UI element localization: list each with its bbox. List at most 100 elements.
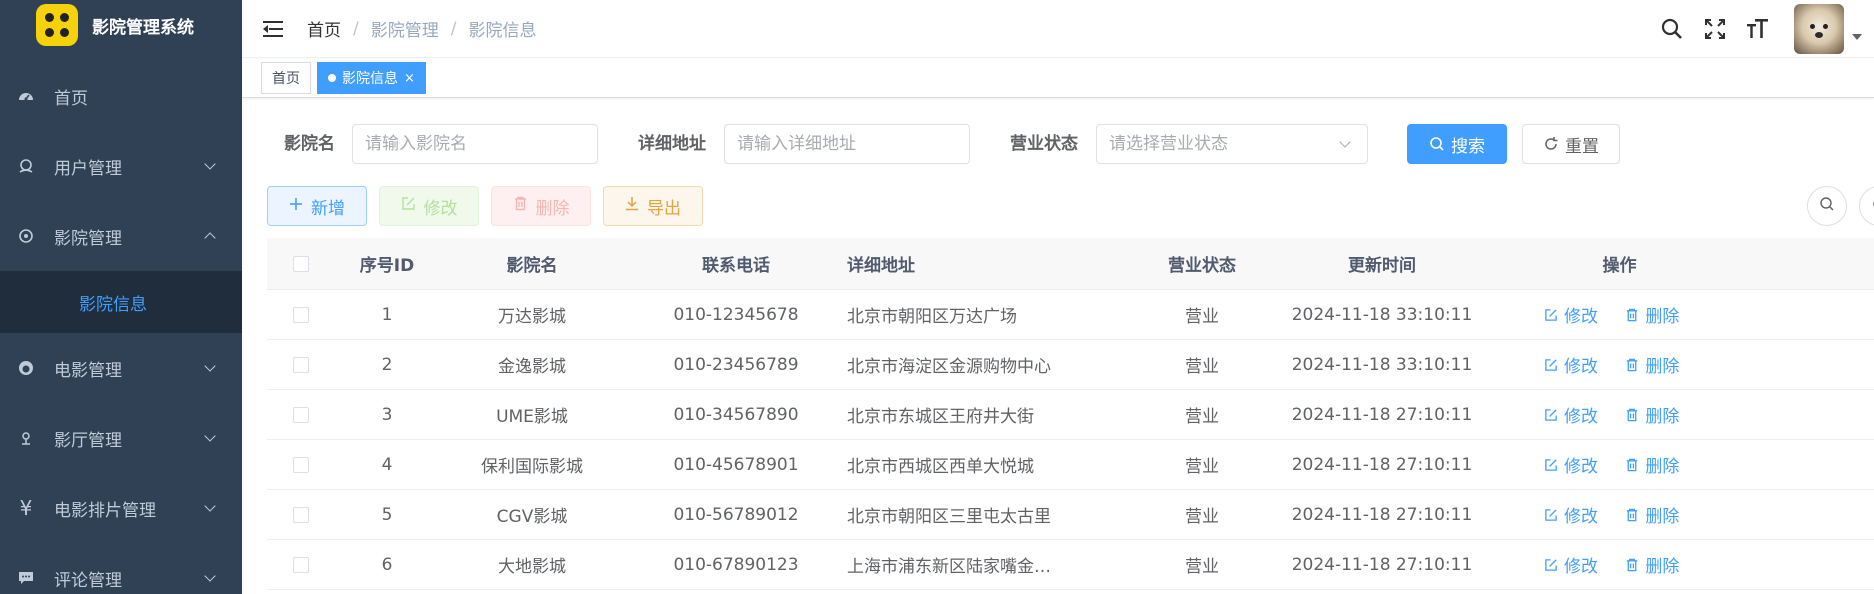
cell-status: 营业 bbox=[1185, 407, 1219, 427]
sidebar-item-schedule[interactable]: ¥ 电影排片管理 bbox=[0, 473, 242, 543]
add-button[interactable]: 新增 bbox=[267, 186, 367, 226]
column-header[interactable]: 营业状态 bbox=[1147, 251, 1257, 276]
table-row: 1 万达影城 010-12345678 北京市朝阳区万达广场 营业 2024-1… bbox=[267, 290, 1874, 340]
cell-id: 2 bbox=[381, 354, 393, 375]
cell-updated: 2024-11-18 27:10:11 bbox=[1291, 454, 1473, 475]
fullscreen-icon[interactable] bbox=[1702, 16, 1728, 42]
row-edit-link[interactable]: 修改 bbox=[1544, 452, 1598, 477]
row-checkbox[interactable] bbox=[293, 306, 309, 323]
search-icon[interactable] bbox=[1659, 16, 1685, 42]
select-all-checkbox[interactable] bbox=[293, 255, 309, 272]
cell-updated: 2024-11-18 27:10:11 bbox=[1291, 554, 1473, 575]
cell-id: 5 bbox=[381, 504, 393, 525]
active-dot-icon bbox=[328, 74, 336, 82]
breadcrumb-home[interactable]: 首页 bbox=[307, 16, 341, 41]
caret-down-icon[interactable] bbox=[1852, 34, 1862, 40]
brand: 影院管理系统 bbox=[0, 0, 242, 50]
edit-icon bbox=[1545, 458, 1557, 471]
trash-icon bbox=[513, 196, 528, 216]
row-delete-link[interactable]: 删除 bbox=[1625, 502, 1679, 527]
toggle-search-button[interactable] bbox=[1807, 186, 1847, 226]
cell-id: 1 bbox=[381, 304, 393, 325]
sidebar-item-cinema[interactable]: 影院管理 bbox=[0, 201, 242, 271]
table-row: 3 UME影城 010-34567890 北京市东城区王府井大街 营业 2024… bbox=[267, 390, 1874, 440]
row-checkbox[interactable] bbox=[293, 406, 309, 423]
cell-phone: 010-23456789 bbox=[673, 354, 799, 375]
sidebar-item-home[interactable]: 首页 bbox=[0, 61, 242, 131]
sidebar-item-movies[interactable]: 电影管理 bbox=[0, 333, 242, 403]
cell-updated: 2024-11-18 27:10:11 bbox=[1291, 504, 1473, 525]
column-header[interactable]: 联系电话 bbox=[625, 251, 847, 276]
row-edit-link[interactable]: 修改 bbox=[1544, 502, 1598, 527]
row-delete-link[interactable]: 删除 bbox=[1625, 402, 1679, 427]
cinema-icon bbox=[16, 226, 36, 246]
cell-actions: 修改 删除 bbox=[1507, 452, 1732, 477]
select-cell bbox=[267, 356, 335, 373]
logo-icon bbox=[36, 4, 78, 46]
breadcrumb: 首页 / 影院管理 / 影院信息 bbox=[307, 16, 537, 42]
breadcrumb-cinema-manage: 影院管理 bbox=[370, 21, 439, 41]
row-edit-link[interactable]: 修改 bbox=[1544, 402, 1598, 427]
status-select[interactable] bbox=[1096, 124, 1368, 164]
chevron-down-icon bbox=[204, 360, 216, 372]
chevron-down-icon bbox=[204, 158, 216, 170]
row-checkbox[interactable] bbox=[293, 506, 309, 523]
edit-icon bbox=[401, 196, 416, 216]
sidebar-item-users[interactable]: 用户管理 bbox=[0, 131, 242, 201]
sidebar-subitem-cinema-info[interactable]: 影院信息 bbox=[0, 271, 242, 333]
hamburger-icon[interactable] bbox=[263, 20, 283, 37]
tag-home[interactable]: 首页 bbox=[261, 62, 311, 94]
row-edit-link[interactable]: 修改 bbox=[1544, 302, 1598, 327]
column-header[interactable]: 序号ID bbox=[335, 251, 439, 276]
chevron-down-icon bbox=[204, 570, 216, 582]
cell-phone: 010-67890123 bbox=[673, 554, 799, 575]
cell-updated: 2024-11-18 33:10:11 bbox=[1291, 304, 1473, 325]
row-checkbox[interactable] bbox=[293, 456, 309, 473]
sidebar-item-label: 首页 bbox=[54, 88, 88, 109]
trash-icon bbox=[1627, 558, 1638, 571]
cell-id: 4 bbox=[381, 454, 393, 475]
select-cell bbox=[267, 306, 335, 323]
user-icon bbox=[16, 156, 36, 176]
row-delete-link[interactable]: 删除 bbox=[1625, 352, 1679, 377]
cell-address: 北京市西城区西单大悦城 bbox=[847, 457, 1034, 477]
address-input[interactable] bbox=[724, 124, 970, 164]
plus-icon bbox=[289, 196, 303, 216]
font-size-icon[interactable] bbox=[1745, 16, 1771, 42]
sidebar-item-comments[interactable]: 评论管理 bbox=[0, 543, 242, 594]
edit-button[interactable]: 修改 bbox=[379, 186, 479, 226]
row-delete-link[interactable]: 删除 bbox=[1625, 452, 1679, 477]
row-delete-link[interactable]: 删除 bbox=[1625, 302, 1679, 327]
row-edit-link[interactable]: 修改 bbox=[1544, 352, 1598, 377]
refresh-button[interactable] bbox=[1859, 186, 1874, 226]
column-header[interactable]: 更新时间 bbox=[1257, 251, 1507, 276]
avatar[interactable] bbox=[1794, 4, 1844, 54]
cell-updated: 2024-11-18 27:10:11 bbox=[1291, 404, 1473, 425]
export-button[interactable]: 导出 bbox=[603, 186, 703, 226]
select-cell bbox=[267, 506, 335, 523]
edit-icon bbox=[1545, 308, 1557, 321]
reset-button[interactable]: 重置 bbox=[1522, 124, 1620, 164]
address-label: 详细地址 bbox=[638, 134, 706, 154]
row-checkbox[interactable] bbox=[293, 556, 309, 573]
cell-updated: 2024-11-18 33:10:11 bbox=[1291, 354, 1473, 375]
column-header[interactable]: 影院名 bbox=[439, 251, 625, 276]
row-checkbox[interactable] bbox=[293, 356, 309, 373]
cinema-name-input[interactable] bbox=[352, 124, 598, 164]
status-label: 营业状态 bbox=[1010, 134, 1078, 154]
column-header[interactable]: 详细地址 bbox=[847, 251, 1147, 276]
cell-phone: 010-45678901 bbox=[673, 454, 799, 475]
trash-icon bbox=[1627, 408, 1638, 421]
search-button[interactable]: 搜索 bbox=[1407, 124, 1507, 164]
navbar: 首页 / 影院管理 / 影院信息 bbox=[242, 0, 1874, 58]
row-delete-link[interactable]: 删除 bbox=[1625, 552, 1679, 577]
row-edit-link[interactable]: 修改 bbox=[1544, 552, 1598, 577]
breadcrumb-cinema-info: 影院信息 bbox=[468, 21, 537, 41]
sidebar-item-halls[interactable]: 影厅管理 bbox=[0, 403, 242, 473]
cell-actions: 修改 删除 bbox=[1507, 302, 1732, 327]
delete-button[interactable]: 删除 bbox=[491, 186, 591, 226]
cell-name: 金逸影城 bbox=[498, 357, 566, 377]
cinema-table: 序号ID 影院名 联系电话 详细地址 营业状态 更新时间 操作 1 万达影城 0… bbox=[267, 238, 1874, 590]
close-icon[interactable]: × bbox=[404, 71, 415, 86]
tag-cinema-info[interactable]: 影院信息 × bbox=[317, 62, 426, 94]
